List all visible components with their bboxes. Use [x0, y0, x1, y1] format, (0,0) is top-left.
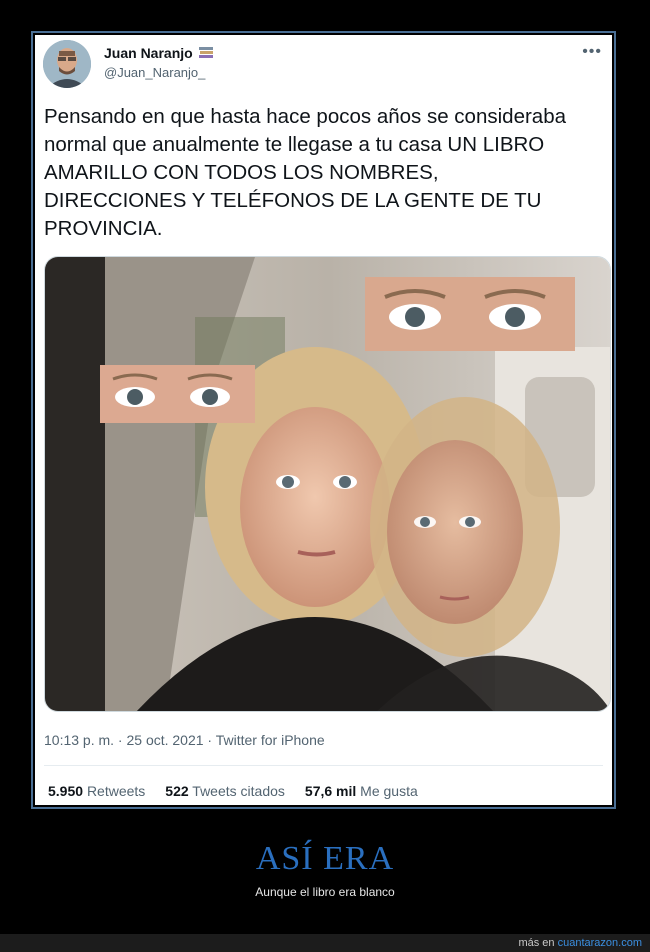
books-icon: [198, 46, 214, 60]
footer-prefix: más en: [518, 937, 555, 949]
tweet-card: Juan Naranjo @Juan_Naranjo_ ••• Pensando…: [35, 35, 612, 805]
tweet-timestamp[interactable]: 10:13 p. m. · 25 oct. 2021 · Twitter for…: [44, 732, 325, 748]
caption-title: ASÍ ERA: [255, 840, 395, 877]
divider: [44, 765, 603, 766]
likes-stat[interactable]: 57,6 mil Me gusta: [305, 783, 418, 799]
author-handle[interactable]: @Juan_Naranjo_: [104, 65, 205, 80]
quotes-count: 522: [165, 783, 189, 799]
tweet-media-image[interactable]: [44, 256, 611, 712]
caption-subtitle: Aunque el libro era blanco: [255, 885, 395, 899]
tweet-stats: 5.950 Retweets 522 Tweets citados 57,6 m…: [48, 783, 418, 799]
more-options-icon[interactable]: •••: [582, 43, 602, 61]
likes-count: 57,6 mil: [304, 783, 357, 799]
tweet-text: Pensando en que hasta hace pocos años se…: [44, 105, 566, 240]
tweet-screenshot-frame: Juan Naranjo @Juan_Naranjo_ ••• Pensando…: [31, 31, 616, 809]
author-name-text[interactable]: Juan Naranjo: [104, 45, 193, 61]
quotes-stat[interactable]: 522 Tweets citados: [165, 783, 285, 799]
retweets-count: 5.950: [48, 783, 84, 799]
retweets-stat[interactable]: 5.950 Retweets: [48, 783, 145, 799]
footer-bar: más en cuantarazon.com: [0, 934, 650, 952]
retweets-label: Retweets: [86, 783, 146, 799]
author-name[interactable]: Juan Naranjo: [104, 45, 214, 61]
quotes-label: Tweets citados: [192, 783, 285, 799]
avatar[interactable]: [43, 40, 91, 88]
footer-site-link[interactable]: cuantarazon.com: [558, 937, 642, 949]
likes-label: Me gusta: [360, 783, 418, 799]
